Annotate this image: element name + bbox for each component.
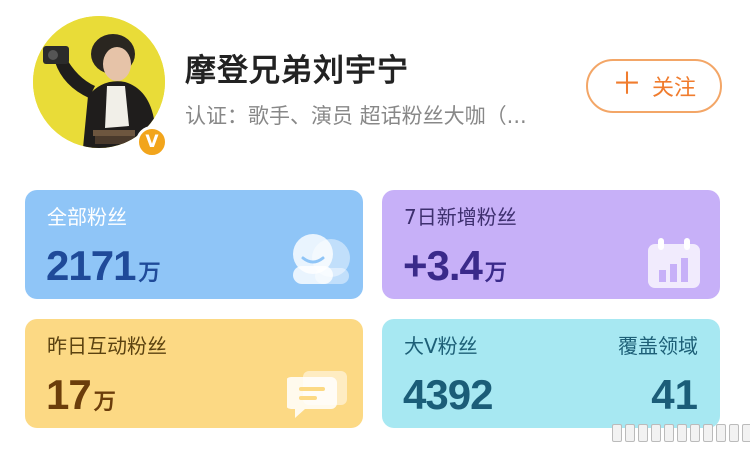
- new-fans-7d-unit: 万: [484, 260, 507, 285]
- coverage-label: 覆盖领域: [618, 334, 698, 358]
- profile-name: 摩登兄弟刘宇宁: [185, 53, 409, 89]
- avatar[interactable]: V: [30, 13, 168, 158]
- total-fans-number: 2171: [46, 242, 136, 289]
- interactive-fans-card[interactable]: 昨日互动粉丝 17 万: [25, 319, 363, 428]
- total-fans-card[interactable]: 全部粉丝 2171 万: [25, 190, 363, 299]
- new-fans-7d-card[interactable]: 7日新增粉丝 +3.4 万: [382, 190, 720, 299]
- coverage-value: 41: [651, 371, 698, 418]
- plus-icon: ＋: [611, 66, 642, 102]
- people-icon: [293, 234, 350, 284]
- big-v-fans-value: 4392: [403, 371, 493, 418]
- watermark-logo: [612, 424, 750, 442]
- follow-button[interactable]: ＋ 关注: [586, 59, 722, 113]
- new-fans-7d-value: +3.4 万: [403, 242, 507, 290]
- calendar-chart-icon: [648, 238, 700, 288]
- big-v-fans-card[interactable]: 大V粉丝 4392 覆盖领域 41: [382, 319, 720, 428]
- interactive-fans-label: 昨日互动粉丝: [47, 334, 167, 358]
- verified-v-badge: V: [136, 126, 168, 158]
- new-fans-7d-label: 7日新增粉丝: [404, 205, 517, 229]
- big-v-fans-label: 大V粉丝: [404, 334, 478, 358]
- interactive-fans-number: 17: [46, 371, 92, 418]
- total-fans-label: 全部粉丝: [47, 205, 127, 229]
- new-fans-7d-number: +3.4: [403, 242, 483, 289]
- total-fans-unit: 万: [138, 260, 161, 285]
- interactive-fans-unit: 万: [93, 389, 116, 414]
- interactive-fans-value: 17 万: [46, 371, 116, 419]
- chat-bubble-icon: [287, 371, 347, 418]
- total-fans-value: 2171 万: [46, 242, 160, 290]
- certification-text: 认证：歌手、演员 超话粉丝大咖（...: [185, 104, 527, 128]
- follow-label: 关注: [651, 76, 696, 101]
